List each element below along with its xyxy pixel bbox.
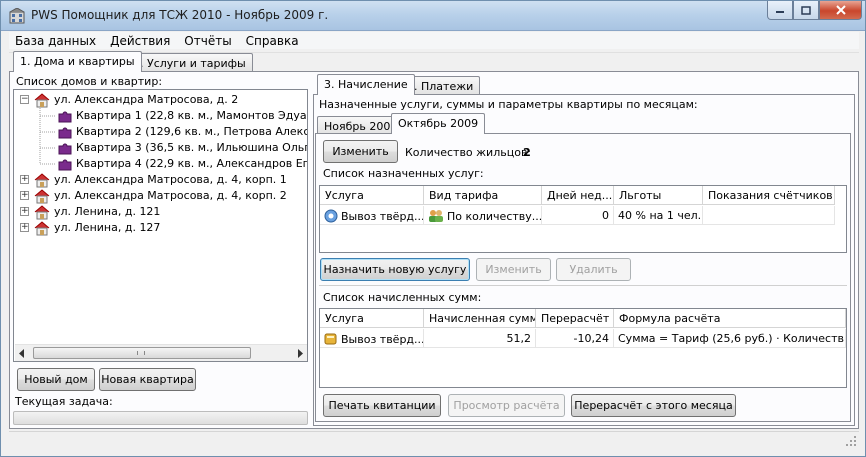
- arrow-right-icon[interactable]: [296, 349, 304, 358]
- service-name: Вывоз твёрд...: [341, 333, 424, 346]
- column-header[interactable]: Перерасчёт: [536, 309, 614, 328]
- recalc-cell: -10,24: [536, 329, 614, 348]
- table-row[interactable]: Вывоз твёрд... 51,2 -10,24 Сумма = Тариф…: [320, 329, 846, 348]
- column-header[interactable]: Услуга: [320, 186, 424, 205]
- current-task-label: Текущая задача:: [15, 395, 113, 408]
- column-header[interactable]: Дней нед...: [542, 186, 614, 205]
- edit-apartment-button[interactable]: Изменить: [323, 140, 398, 163]
- coins-icon: [324, 333, 337, 345]
- print-receipt-button[interactable]: Печать квитанции: [323, 394, 441, 417]
- service-cell: Вывоз твёрд...: [320, 206, 424, 225]
- menu-help[interactable]: Справка: [239, 34, 306, 48]
- menu-actions[interactable]: Действия: [103, 34, 177, 48]
- expand-icon[interactable]: +: [20, 175, 29, 184]
- menu-bar: База данных Действия Отчёты Справка: [9, 32, 859, 49]
- expand-icon[interactable]: +: [20, 191, 29, 200]
- column-header[interactable]: Показания счётчиков: [703, 186, 835, 205]
- arrow-left-icon[interactable]: [18, 349, 26, 358]
- services-grid-header: Услуга Вид тарифа Дней нед... Льготы Пок…: [320, 186, 835, 205]
- window-title: PWS Помощник для ТСЖ 2010 - Ноябрь 2009 …: [31, 8, 329, 22]
- tree-horizontal-scrollbar[interactable]: [15, 344, 307, 361]
- table-row[interactable]: Вывоз твёрд... По количеству... 0 40 % н…: [320, 206, 835, 225]
- task-progress-bar: [13, 411, 308, 425]
- tree-node-label: ул. Ленина, д. 121: [54, 205, 161, 218]
- house-icon: [34, 189, 50, 204]
- tree-label: Список домов и квартир:: [16, 75, 163, 88]
- formula-cell: Сумма = Тариф (25,6 руб.) · Количеств...: [614, 329, 846, 348]
- column-header[interactable]: Услуга: [320, 309, 424, 328]
- residents-label: Количество жильцов:: [405, 146, 532, 159]
- column-header[interactable]: Вид тарифа: [424, 186, 542, 205]
- amount-cell: 51,2: [424, 329, 536, 348]
- houses-tree[interactable]: − ул. Александра Матросова, д. 2 Квартир…: [13, 89, 308, 362]
- tariff-name: По количеству...: [447, 210, 542, 223]
- delete-service-button[interactable]: Удалить: [556, 258, 631, 281]
- recalc-from-month-button[interactable]: Перерасчёт с этого месяца: [571, 394, 736, 417]
- scroll-thumb[interactable]: [33, 347, 251, 359]
- people-icon: [429, 210, 443, 222]
- main-window: PWS Помощник для ТСЖ 2010 - Ноябрь 2009 …: [0, 0, 866, 457]
- minimize-icon: [776, 11, 784, 13]
- charges-list-label: Список начисленных сумм:: [323, 291, 482, 304]
- tree-node-label: Квартира 2 (129,6 кв. м., Петрова Алекса…: [76, 125, 307, 138]
- status-bar: [9, 431, 859, 449]
- column-header[interactable]: Начисленная сумма: [424, 309, 536, 328]
- tab-houses-apartments[interactable]: 1. Дома и квартиры: [13, 51, 142, 72]
- tab-services-tariffs[interactable]: 2. Услуги и тарифы: [126, 53, 253, 72]
- close-icon: [835, 5, 846, 15]
- new-apartment-button[interactable]: Новая квартира: [99, 368, 196, 391]
- service-icon: [324, 209, 338, 223]
- days-cell: 0: [542, 206, 614, 225]
- tab-month-october[interactable]: Октябрь 2009: [391, 113, 486, 134]
- tariff-cell: По количеству...: [424, 206, 542, 225]
- change-service-button[interactable]: Изменить: [476, 258, 551, 281]
- tree-node-label: ул. Александра Матросова, д. 4, корп. 2: [54, 189, 287, 202]
- app-icon: [9, 8, 25, 24]
- meters-cell: [703, 206, 835, 225]
- benefits-cell: 40 % на 1 чел.: [614, 206, 703, 225]
- house-icon: [34, 205, 50, 220]
- tree-lines: [39, 108, 56, 165]
- column-header[interactable]: Льготы: [614, 186, 703, 205]
- section-divider: [319, 285, 847, 286]
- resize-grip-icon[interactable]: [845, 435, 857, 447]
- maximize-button[interactable]: [793, 1, 819, 20]
- close-button[interactable]: [819, 1, 862, 20]
- charges-grid-header: Услуга Начисленная сумма Перерасчёт Форм…: [320, 309, 846, 328]
- tab-charges[interactable]: 3. Начисление: [317, 74, 415, 95]
- scroll-grip-icon: [137, 351, 145, 355]
- services-list-label: Список назначенных услуг:: [323, 167, 484, 180]
- new-house-button[interactable]: Новый дом: [17, 368, 95, 391]
- house-icon: [34, 173, 50, 188]
- services-grid[interactable]: Услуга Вид тарифа Дней нед... Льготы Пок…: [319, 185, 847, 253]
- tree-node-label: ул. Ленина, д. 127: [54, 221, 161, 234]
- tree-node-label: ул. Александра Матросова, д. 2: [54, 93, 239, 106]
- tree-node-label: Квартира 4 (22,9 кв. м., Александров Его…: [76, 157, 308, 170]
- expand-icon[interactable]: +: [20, 207, 29, 216]
- tree-node-label: Квартира 1 (22,8 кв. м., Мамонтов Эдуард…: [76, 109, 307, 122]
- expand-icon[interactable]: +: [20, 223, 29, 232]
- house-icon: [34, 221, 50, 236]
- maximize-icon: [801, 5, 811, 15]
- menu-reports[interactable]: Отчёты: [177, 34, 238, 48]
- service-name: Вывоз твёрд...: [341, 210, 424, 223]
- column-header[interactable]: Формула расчёта: [614, 309, 846, 328]
- monthly-caption: Назначенные услуги, суммы и параметры кв…: [319, 98, 698, 111]
- residents-value: 2: [523, 146, 531, 159]
- tree-node-label: ул. Александра Матросова, д. 4, корп. 1: [54, 173, 287, 186]
- service-cell: Вывоз твёрд...: [320, 329, 424, 348]
- menu-database[interactable]: База данных: [9, 34, 103, 48]
- minimize-button[interactable]: [767, 1, 793, 20]
- title-bar: PWS Помощник для ТСЖ 2010 - Ноябрь 2009 …: [1, 1, 865, 31]
- assign-service-button[interactable]: Назначить новую услугу: [320, 258, 470, 281]
- view-calculation-button[interactable]: Просмотр расчёта: [448, 394, 565, 417]
- charges-grid[interactable]: Услуга Начисленная сумма Перерасчёт Форм…: [319, 308, 847, 388]
- tree-node-label: Квартира 3 (36,5 кв. м., Ильюшина Ольга …: [76, 141, 307, 154]
